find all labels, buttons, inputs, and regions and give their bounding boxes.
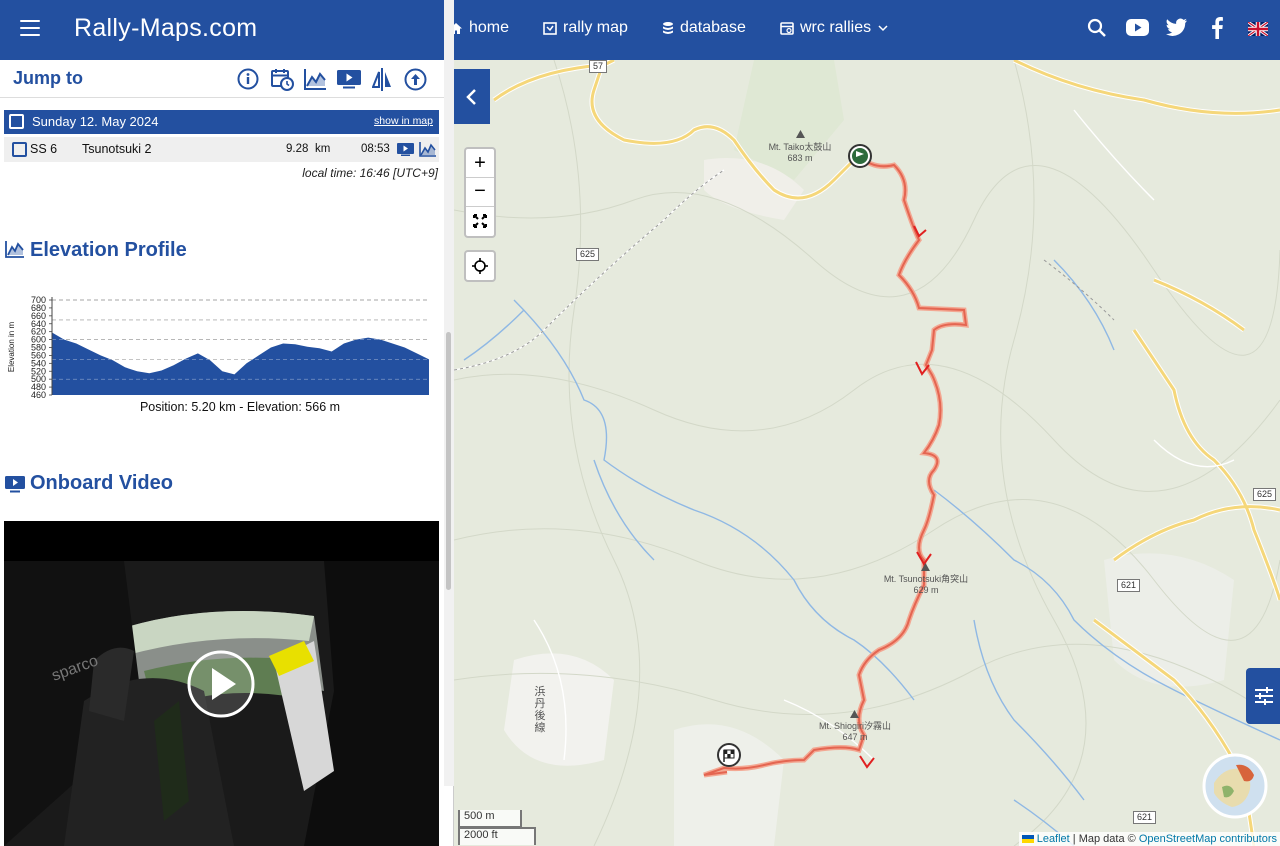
nav-rally-map-label: rally map [563, 19, 628, 36]
osm-contributors-link[interactable]: OpenStreetMap contributors [1139, 833, 1277, 845]
top-navbar: Rally-Maps.com home rally map database w… [0, 0, 1280, 60]
minimap-globe[interactable] [1202, 753, 1268, 819]
nav-database-label: database [680, 19, 746, 36]
peak-label-taiko: Mt. Taiko太鼓山 683 m [760, 142, 840, 164]
y-tick-label: 700 [31, 295, 46, 305]
nav-home-label: home [469, 19, 510, 36]
road-shield: 621 [1117, 579, 1141, 592]
stage-number: SS 6 [30, 142, 58, 156]
jump-to-label: Jump to [13, 68, 83, 88]
zoom-out-button[interactable]: − [466, 178, 494, 207]
ukraine-flag-icon [1021, 835, 1034, 843]
stage-distance: 9.28 [286, 143, 309, 155]
stage-finish-flag-icon[interactable] [716, 742, 742, 768]
nav-home[interactable]: home [449, 19, 509, 37]
scale-imperial: 2000 ft [458, 827, 536, 845]
leaflet-link[interactable]: Leaflet [1037, 833, 1070, 845]
zoom-in-button[interactable]: + [466, 149, 494, 178]
peak-name: Mt. Tsunotsuki角突山 [883, 574, 969, 584]
uk-flag-icon[interactable] [1248, 22, 1268, 36]
day-checkbox[interactable] [9, 114, 24, 129]
road-shield: 621 [1133, 811, 1157, 824]
peak-label-shiogiri: Mt. Shiogiri汐霧山 647 m [810, 721, 900, 743]
elevation-icon[interactable] [304, 68, 327, 90]
peak-label-tsunotsuki: Mt. Tsunotsuki角突山 629 m [876, 574, 976, 596]
map-attribution: Leaflet | Map data © OpenStreetMap contr… [1018, 832, 1280, 846]
facebook-icon[interactable] [1211, 17, 1223, 39]
stage-video-icon[interactable] [397, 143, 414, 156]
sliders-icon [1255, 687, 1273, 705]
stage-start-flag-icon[interactable] [847, 143, 873, 169]
peak-elevation: 683 m [787, 153, 813, 163]
stage-info-panel: Jump to Sunday 12. May 2024 show in map … [0, 60, 454, 846]
map-icon [543, 22, 557, 35]
day-row[interactable]: Sunday 12. May 2024 show in map [4, 110, 439, 134]
road-shield: 625 [1253, 488, 1277, 501]
local-time: local time: 16:46 [UTC+9] [302, 166, 438, 180]
calendar-icon [780, 22, 794, 35]
jump-to-bar: Jump to [0, 60, 444, 98]
stage-elevation-icon[interactable] [419, 142, 436, 157]
onboard-video-player[interactable]: sparco [4, 521, 439, 846]
elevation-profile-icon [5, 241, 24, 258]
road-shield: 57 [589, 60, 608, 73]
nav-database[interactable]: database [662, 19, 746, 37]
scale-metric: 500 m [458, 810, 522, 828]
stage-checkbox[interactable] [12, 142, 27, 157]
elevation-profile-chart[interactable]: Elevation in m46048050052054056058060062… [5, 295, 435, 400]
day-label: Sunday 12. May 2024 [32, 114, 159, 129]
peak-elevation: 629 m [913, 585, 939, 595]
chevron-left-icon [466, 89, 476, 105]
nav-wrc-rallies-label: wrc rallies [800, 19, 872, 36]
road-shield: 625 [576, 248, 600, 261]
stage-row[interactable]: SS 6 Tsunotsuki 2 9.28 km 08:53 [4, 137, 439, 162]
map-settings-button[interactable] [1246, 668, 1280, 724]
panel-scrollbar-thumb[interactable] [446, 332, 451, 590]
peak-marker-icon [921, 563, 930, 571]
peak-name: Mt. Taiko太鼓山 [768, 142, 832, 152]
schedule-icon[interactable] [271, 68, 294, 91]
show-in-map-link[interactable]: show in map [374, 115, 433, 127]
youtube-icon[interactable] [1126, 19, 1149, 36]
stage-name[interactable]: Tsunotsuki 2 [82, 142, 151, 156]
peak-name: Mt. Shiogiri汐霧山 [818, 721, 891, 731]
database-icon [663, 22, 673, 34]
locate-crosshair-icon [472, 258, 488, 274]
rally-map[interactable]: Mt. Taiko太鼓山 683 m Mt. Tsunotsuki角突山 629… [454, 60, 1280, 846]
site-brand[interactable]: Rally-Maps.com [74, 14, 257, 43]
twitter-icon[interactable] [1166, 18, 1188, 37]
chevron-down-icon [878, 25, 888, 32]
elevation-profile-heading: Elevation Profile [30, 239, 187, 261]
zoom-control: + − [464, 147, 496, 238]
search-icon[interactable] [1087, 18, 1107, 38]
scroll-up-icon[interactable] [404, 68, 427, 91]
peak-elevation: 647 m [842, 732, 868, 742]
elevation-position-readout: Position: 5.20 km - Elevation: 566 m [139, 400, 341, 414]
stage-start-time: 08:53 [361, 143, 390, 155]
hamburger-menu-icon[interactable] [20, 20, 40, 36]
peak-marker-icon [850, 710, 859, 718]
stage-distance-unit: km [315, 143, 331, 155]
peak-marker-icon [796, 130, 805, 138]
onboard-video-heading: Onboard Video [30, 472, 173, 494]
locate-button[interactable] [464, 250, 496, 282]
onboard-video-frame: sparco [4, 521, 439, 846]
info-icon[interactable] [237, 68, 259, 90]
nav-rally-map[interactable]: rally map [543, 19, 628, 37]
nav-wrc-rallies[interactable]: wrc rallies [780, 19, 888, 37]
video-icon[interactable] [337, 70, 361, 89]
road-name-label: 浜丹後線 [534, 686, 546, 734]
attribution-text: | Map data © [1072, 833, 1136, 845]
compare-icon[interactable] [372, 68, 392, 91]
y-axis-label: Elevation in m [7, 322, 16, 373]
collapse-panel-button[interactable] [454, 69, 490, 124]
fit-bounds-icon[interactable] [473, 214, 487, 228]
elevation-area [52, 332, 429, 395]
onboard-video-icon [5, 476, 25, 493]
